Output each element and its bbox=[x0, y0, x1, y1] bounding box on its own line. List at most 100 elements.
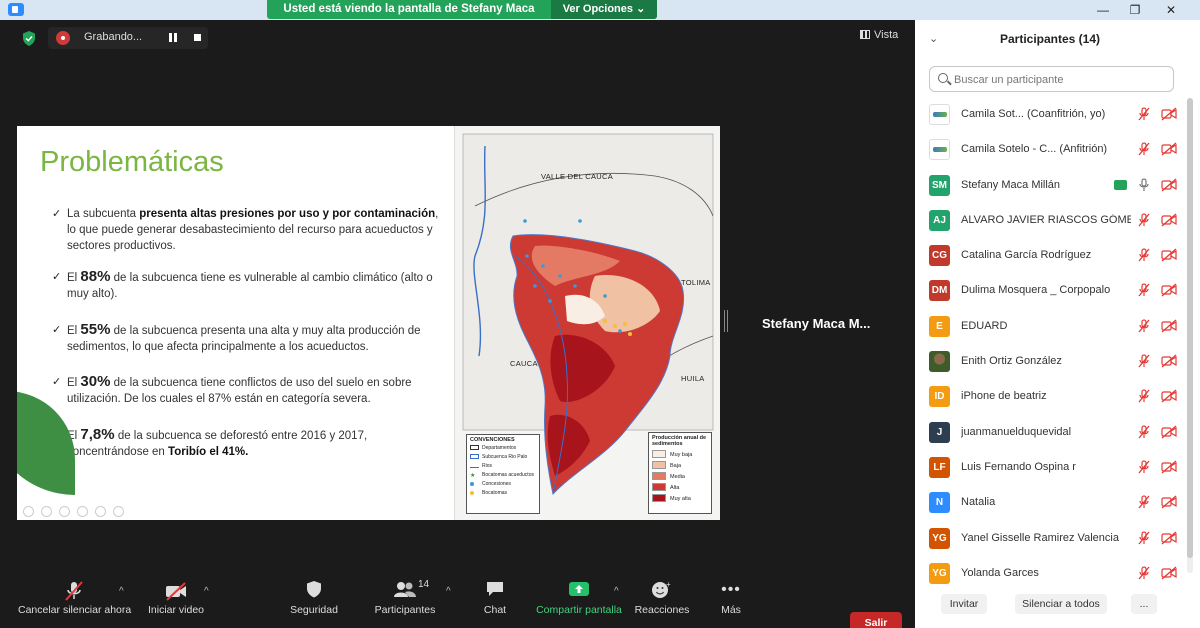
minimize-button[interactable]: — bbox=[1087, 0, 1119, 20]
pause-icon[interactable] bbox=[168, 33, 178, 43]
audio-options-caret[interactable]: ^ bbox=[119, 586, 124, 597]
legend-item-label: Media bbox=[670, 474, 685, 480]
video-off-icon[interactable] bbox=[1161, 566, 1177, 580]
video-off-icon[interactable] bbox=[1161, 425, 1177, 439]
share-options-caret[interactable]: ^ bbox=[614, 586, 619, 597]
bullet-percent: 30% bbox=[80, 373, 111, 390]
more-button[interactable]: ••• Más bbox=[713, 580, 749, 626]
bullet-text: de la subcuenca tiene es vulnerable al c… bbox=[67, 272, 433, 300]
participant-row[interactable]: E EDUARD bbox=[915, 310, 1183, 345]
legend-item-label: Alta bbox=[670, 485, 680, 491]
share-message: Usted está viendo la pantalla de Stefany… bbox=[283, 3, 535, 34]
participant-row[interactable]: CG Catalina García Rodríguez bbox=[915, 239, 1183, 274]
mic-muted-icon[interactable] bbox=[1137, 530, 1151, 545]
view-options-label: Ver Opciones bbox=[562, 3, 634, 15]
video-off-icon[interactable] bbox=[1161, 107, 1177, 121]
chat-button[interactable]: Chat bbox=[476, 580, 514, 626]
resize-handle[interactable] bbox=[724, 310, 728, 332]
avatar: J bbox=[929, 421, 950, 443]
video-off-icon[interactable] bbox=[1161, 178, 1177, 192]
share-screen-button[interactable]: Compartir pantalla bbox=[534, 580, 624, 626]
panel-title: Participantes (14) bbox=[999, 32, 1101, 46]
participant-row[interactable]: YG Yolanda Garces bbox=[915, 557, 1183, 592]
mic-muted-icon[interactable] bbox=[1137, 283, 1151, 297]
mic-muted-icon[interactable] bbox=[1137, 248, 1151, 262]
participants-options-caret[interactable]: ^ bbox=[446, 586, 451, 597]
video-off-icon[interactable] bbox=[1161, 142, 1177, 156]
reactions-button[interactable]: + Reacciones bbox=[634, 580, 690, 626]
participant-row[interactable]: N Natalia bbox=[915, 486, 1183, 521]
video-off-icon bbox=[166, 582, 186, 601]
view-button[interactable]: Vista bbox=[860, 29, 898, 41]
participant-row[interactable]: LF Luis Fernando Ospina r bbox=[915, 451, 1183, 486]
participant-row[interactable]: Jjuanmanuelduquevidal bbox=[915, 416, 1183, 451]
video-off-icon[interactable] bbox=[1161, 389, 1177, 403]
video-off-icon[interactable] bbox=[1161, 354, 1177, 368]
shield-icon[interactable] bbox=[22, 31, 36, 46]
video-off-icon[interactable] bbox=[1161, 213, 1177, 227]
video-off-icon[interactable] bbox=[1161, 283, 1177, 297]
mic-muted-icon[interactable] bbox=[1137, 460, 1151, 474]
video-off-icon[interactable] bbox=[1161, 495, 1177, 509]
participant-row[interactable]: Enith Ortiz González bbox=[915, 345, 1183, 380]
leave-button[interactable]: Salir bbox=[850, 612, 902, 628]
slides-icon[interactable] bbox=[77, 506, 88, 517]
share-screen-label: Compartir pantalla bbox=[536, 604, 622, 616]
muted-mic-icon bbox=[65, 581, 83, 601]
participant-search-input[interactable] bbox=[954, 71, 1164, 88]
participant-row[interactable]: SM Stefany Maca Millán bbox=[915, 169, 1183, 204]
invite-button[interactable]: Invitar bbox=[941, 594, 987, 614]
legend-item: Departamentos bbox=[470, 445, 536, 454]
map-label-tolima: TOLIMA bbox=[681, 278, 711, 287]
participant-row[interactable]: Camila Sotelo - C... (Anfitrión) bbox=[915, 133, 1183, 168]
avatar: YG bbox=[929, 562, 950, 584]
mic-muted-icon[interactable] bbox=[1137, 107, 1151, 121]
close-button[interactable]: ✕ bbox=[1155, 0, 1187, 20]
mic-muted-icon[interactable] bbox=[1137, 389, 1151, 403]
chevron-down-icon: ⌄ bbox=[636, 3, 646, 15]
security-button[interactable]: Seguridad bbox=[286, 580, 342, 626]
more-options-button[interactable]: ... bbox=[1131, 594, 1157, 614]
prev-slide-icon[interactable] bbox=[23, 506, 34, 517]
bullet-1: ✓ La subcuenta presenta altas presiones … bbox=[52, 206, 442, 254]
legend-item-label: Muy alta bbox=[670, 496, 691, 502]
video-off-icon[interactable] bbox=[1161, 319, 1177, 333]
participant-row[interactable]: AJ ALVARO JAVIER RIASCOS GÓMEZ bbox=[915, 204, 1183, 239]
participant-list-scrollbar[interactable] bbox=[1187, 98, 1193, 573]
mic-muted-icon[interactable] bbox=[1137, 566, 1151, 580]
avatar: E bbox=[929, 315, 950, 337]
view-options-button[interactable]: Ver Opciones ⌄ bbox=[551, 0, 657, 19]
next-slide-icon[interactable] bbox=[41, 506, 52, 517]
video-off-icon[interactable] bbox=[1161, 248, 1177, 262]
video-off-icon[interactable] bbox=[1161, 531, 1177, 545]
mic-muted-icon[interactable] bbox=[1137, 213, 1151, 227]
participant-row[interactable]: Camila Sot... (Coanfitrión, yo) bbox=[915, 98, 1183, 133]
video-off-icon[interactable] bbox=[1161, 460, 1177, 474]
mute-button[interactable]: Cancelar silenciar ahora bbox=[18, 580, 131, 626]
mute-all-button[interactable]: Silenciar a todos bbox=[1015, 594, 1107, 614]
video-options-caret[interactable]: ^ bbox=[204, 586, 209, 597]
bullet-text: La subcuenta bbox=[67, 208, 140, 220]
participant-row[interactable]: ID iPhone de beatriz bbox=[915, 380, 1183, 415]
more-label: Más bbox=[721, 604, 741, 616]
mic-muted-icon[interactable] bbox=[1137, 425, 1151, 439]
mic-muted-icon[interactable] bbox=[1137, 354, 1151, 368]
zoom-icon[interactable] bbox=[95, 506, 106, 517]
participants-button[interactable]: 14 Participantes bbox=[374, 579, 436, 626]
participant-list: Camila Sot... (Coanfitrión, yo) Camila So… bbox=[915, 98, 1183, 592]
pen-icon[interactable] bbox=[59, 506, 70, 517]
video-label: Iniciar video bbox=[147, 604, 205, 616]
mic-muted-icon[interactable] bbox=[1137, 319, 1151, 333]
participant-row[interactable]: YG Yanel Gisselle Ramirez Valencia bbox=[915, 522, 1183, 557]
more-icon[interactable] bbox=[113, 506, 124, 517]
mic-muted-icon[interactable] bbox=[1137, 142, 1151, 156]
stop-icon[interactable] bbox=[194, 34, 201, 41]
restore-button[interactable]: ❐ bbox=[1119, 0, 1151, 20]
scrollbar-thumb[interactable] bbox=[1187, 98, 1193, 558]
mic-muted-icon[interactable] bbox=[1137, 495, 1151, 509]
mic-icon[interactable] bbox=[1137, 177, 1151, 192]
participant-row[interactable]: DM Dulima Mosquera _ Corpopalo bbox=[915, 274, 1183, 309]
start-video-button[interactable]: Iniciar video bbox=[146, 580, 206, 626]
legend-item: Media bbox=[652, 472, 708, 483]
check-icon: ✓ bbox=[52, 324, 62, 336]
